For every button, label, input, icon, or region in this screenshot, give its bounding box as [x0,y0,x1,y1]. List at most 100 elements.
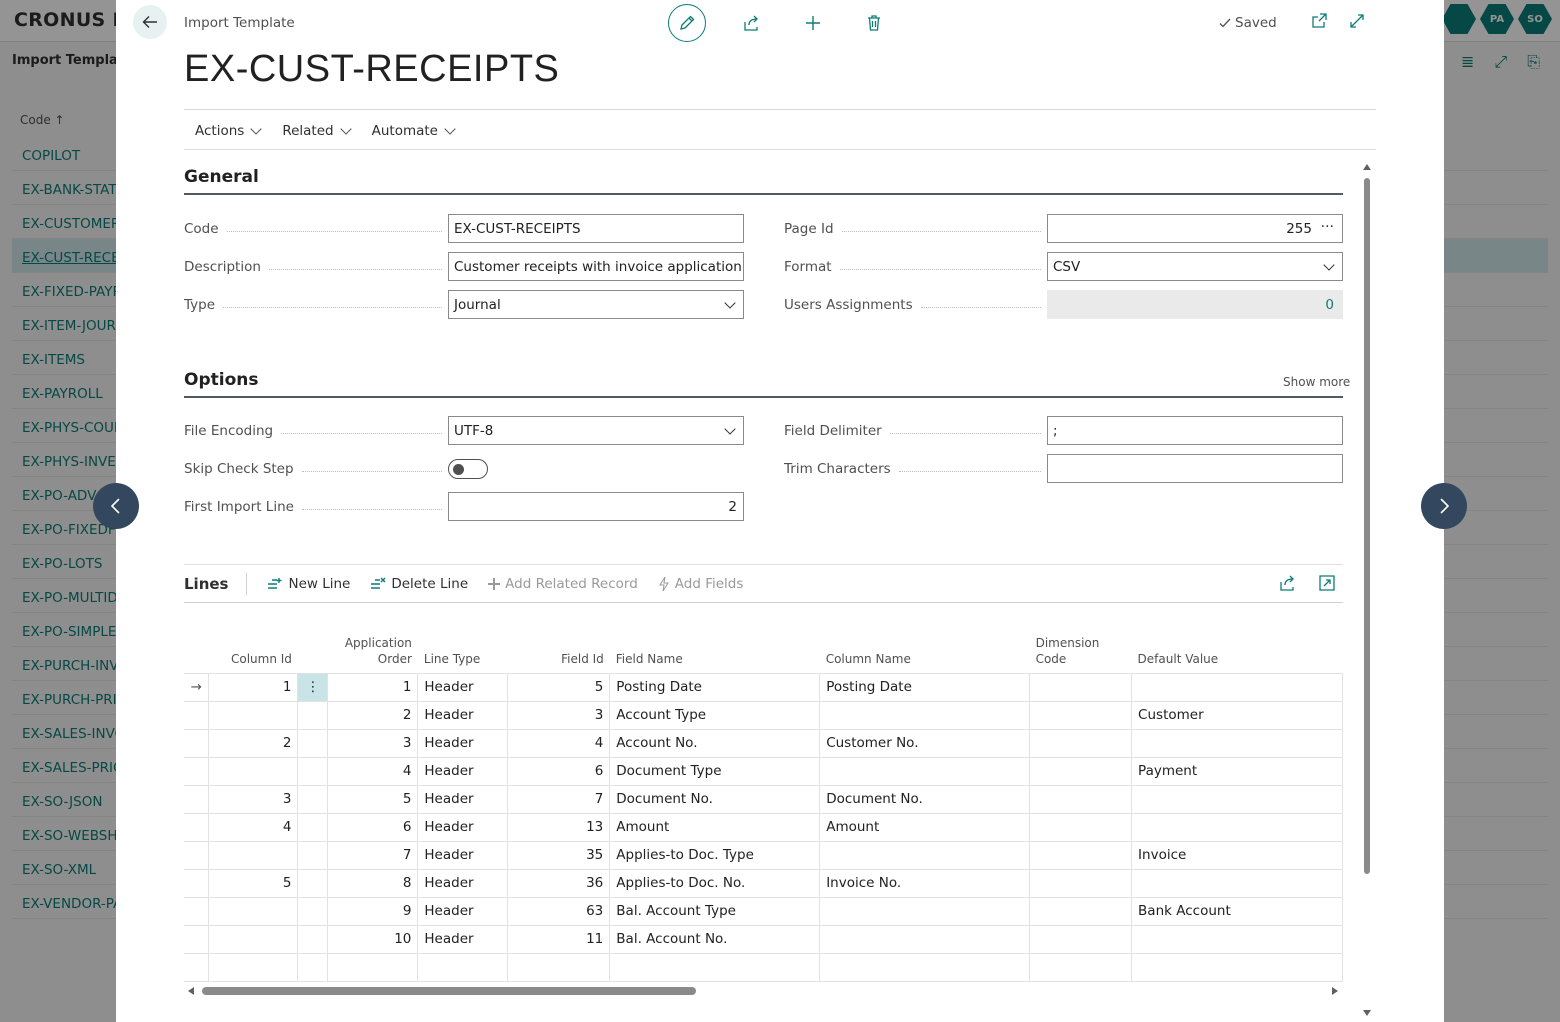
column-id-cell[interactable] [208,756,299,785]
description-field[interactable]: Customer receipts with invoice applicati… [448,252,744,281]
line-type-header[interactable]: Line Type [418,604,508,673]
dimension-code-cell[interactable] [1029,924,1133,953]
column-id-header[interactable]: Column Id [209,604,298,673]
table-row[interactable]: → 1 ⋮ 1 Header 5 Posting Date Posting Date [184,672,1343,701]
menu-actions[interactable]: Actions [184,123,271,139]
column-id-cell[interactable] [208,952,299,982]
options-section-title[interactable]: Options [184,370,258,390]
default-value-cell[interactable]: Bank Account [1131,896,1343,925]
row-menu-ellipsis-icon[interactable]: ⋮ [297,672,329,701]
table-row[interactable]: 10 Header 11 Bal. Account No. [184,924,1343,953]
type-select[interactable]: Journal [448,290,744,319]
default-value-cell[interactable] [1131,868,1343,897]
row-menu-cell[interactable] [297,728,329,757]
field-name-cell[interactable]: Applies-to Doc. No. [609,868,821,897]
column-name-cell[interactable] [819,700,1031,729]
application-order-cell[interactable]: 4 [327,756,419,785]
column-name-cell[interactable]: Amount [819,812,1031,841]
field-id-cell[interactable]: 11 [507,924,611,953]
table-row[interactable]: 4 6 Header 13 Amount Amount [184,812,1343,841]
line-type-cell[interactable]: Header [417,896,509,925]
row-menu-cell[interactable] [297,784,329,813]
field-id-cell[interactable]: 63 [507,896,611,925]
skip-check-step-toggle[interactable] [448,459,488,479]
delete-button[interactable] [859,8,889,38]
column-id-cell[interactable]: 3 [208,784,299,813]
field-id-cell[interactable] [507,952,611,982]
table-row[interactable]: 5 8 Header 36 Applies-to Doc. No. Invoice No. [184,868,1343,897]
line-type-cell[interactable]: Header [417,784,509,813]
column-id-cell[interactable]: 2 [208,728,299,757]
application-order-header[interactable]: Application Order [328,604,418,673]
delete-line-button[interactable]: Delete Line [370,576,468,592]
column-name-cell[interactable] [819,924,1031,953]
dimension-code-cell[interactable] [1029,784,1133,813]
new-line-button[interactable]: New Line [267,576,350,592]
show-more-link[interactable]: Show more [1283,375,1350,389]
line-type-cell[interactable] [417,952,509,982]
vertical-scrollbar[interactable] [1362,164,1372,1022]
field-name-cell[interactable]: Bal. Account Type [609,896,821,925]
dimension-code-cell[interactable] [1029,700,1133,729]
default-value-cell[interactable]: Payment [1131,756,1343,785]
default-value-cell[interactable] [1131,924,1343,953]
expand-part-icon[interactable] [1319,575,1335,591]
dimension-code-cell[interactable] [1029,896,1133,925]
field-name-cell[interactable]: Document No. [609,784,821,813]
default-value-cell[interactable]: Invoice [1131,840,1343,869]
column-name-cell[interactable]: Invoice No. [819,868,1031,897]
row-menu-cell[interactable] [297,896,329,925]
application-order-cell[interactable]: 10 [327,924,419,953]
field-name-cell[interactable]: Account Type [609,700,821,729]
trim-characters-field[interactable] [1047,454,1343,483]
general-section-title[interactable]: General [184,167,259,187]
application-order-cell[interactable] [327,952,419,982]
default-value-cell[interactable] [1131,812,1343,841]
line-type-cell[interactable]: Header [417,924,509,953]
column-name-cell[interactable] [819,952,1031,982]
dimension-code-cell[interactable] [1029,672,1133,701]
table-row[interactable]: 2 3 Header 4 Account No. Customer No. [184,728,1343,757]
line-type-cell[interactable]: Header [417,840,509,869]
default-value-cell[interactable] [1131,784,1343,813]
field-delimiter-field[interactable]: ; [1047,416,1343,445]
column-name-cell[interactable]: Document No. [819,784,1031,813]
share-button[interactable] [737,8,767,38]
open-new-window-icon[interactable] [1310,12,1328,30]
application-order-cell[interactable]: 9 [327,896,419,925]
row-menu-cell[interactable] [297,812,329,841]
users-assignments-value[interactable]: 0 [1047,290,1343,319]
application-order-cell[interactable]: 2 [327,700,419,729]
previous-record-button[interactable] [93,483,139,529]
line-type-cell[interactable]: Header [417,728,509,757]
column-id-cell[interactable]: 1 [208,672,299,701]
add-fields-button[interactable]: Add Fields [658,576,743,592]
column-name-header[interactable]: Column Name [820,604,1030,673]
line-type-cell[interactable]: Header [417,812,509,841]
application-order-cell[interactable]: 8 [327,868,419,897]
application-order-cell[interactable]: 3 [327,728,419,757]
field-id-cell[interactable]: 5 [507,672,611,701]
dimension-code-cell[interactable] [1029,812,1133,841]
scroll-down-arrow-icon[interactable] [1363,1010,1371,1016]
row-menu-cell[interactable] [297,840,329,869]
edit-button[interactable] [668,4,706,42]
format-select[interactable]: CSV [1047,252,1343,281]
field-id-header[interactable]: Field Id [508,604,610,673]
dimension-code-cell[interactable] [1029,868,1133,897]
default-value-header[interactable]: Default Value [1132,604,1343,673]
menu-related[interactable]: Related [271,123,360,139]
line-type-cell[interactable]: Header [417,672,509,701]
column-name-cell[interactable] [819,840,1031,869]
application-order-cell[interactable]: 7 [327,840,419,869]
new-button[interactable] [798,8,828,38]
add-related-record-button[interactable]: Add Related Record [488,576,638,592]
field-name-cell[interactable]: Document Type [609,756,821,785]
code-field[interactable]: EX-CUST-RECEIPTS [448,214,744,243]
dimension-code-cell[interactable] [1029,952,1133,982]
field-id-cell[interactable]: 7 [507,784,611,813]
column-name-cell[interactable]: Posting Date [819,672,1031,701]
field-name-cell[interactable]: Bal. Account No. [609,924,821,953]
dimension-code-cell[interactable] [1029,840,1133,869]
next-record-button[interactable] [1421,483,1467,529]
